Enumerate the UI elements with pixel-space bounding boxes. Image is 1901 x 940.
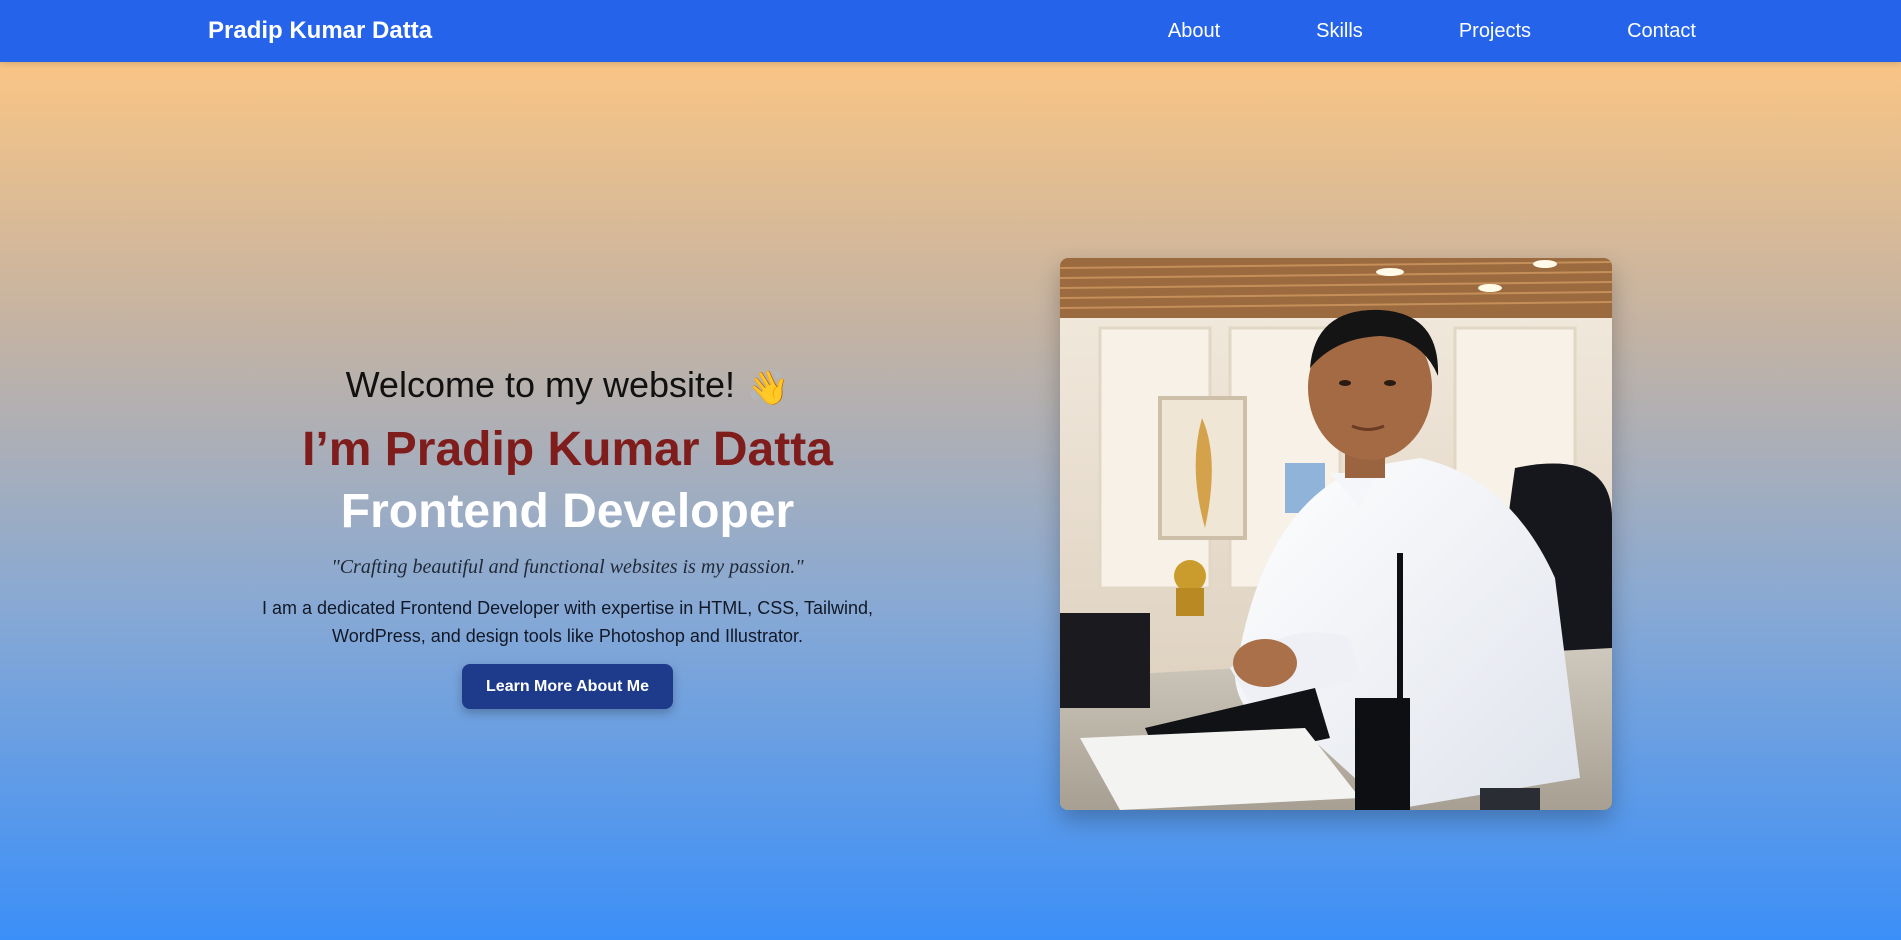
waving-hand-icon: 👋	[747, 369, 790, 407]
welcome-text: Welcome to my website! 👋	[190, 362, 945, 408]
nav-link-about[interactable]: About	[1168, 20, 1220, 43]
hero-text: Welcome to my website! 👋 I’m Pradip Kumar…	[190, 362, 945, 709]
role-heading: Frontend Developer	[340, 485, 795, 538]
welcome-label: Welcome to my website!	[345, 364, 736, 405]
profile-photo	[1060, 258, 1612, 810]
learn-more-button[interactable]: Learn More About Me	[462, 664, 673, 709]
intro-paragraph: I am a dedicated Frontend Developer with…	[262, 598, 873, 646]
nav-links: About Skills Projects Contact	[1168, 0, 1696, 62]
nav-link-skills[interactable]: Skills	[1316, 20, 1363, 43]
profile-photo-reflection	[1055, 810, 1604, 940]
navbar: Pradip Kumar Datta About Skills Projects…	[0, 0, 1901, 62]
brand-logo-text[interactable]: Pradip Kumar Datta	[208, 0, 432, 62]
nav-link-projects[interactable]: Projects	[1459, 20, 1531, 43]
hero-section: Welcome to my website! 👋 I’m Pradip Kumar…	[0, 62, 1901, 940]
nav-link-contact[interactable]: Contact	[1627, 20, 1696, 43]
name-heading: I’m Pradip Kumar Datta	[302, 423, 833, 476]
tagline: "Crafting beautiful and functional websi…	[331, 556, 804, 578]
